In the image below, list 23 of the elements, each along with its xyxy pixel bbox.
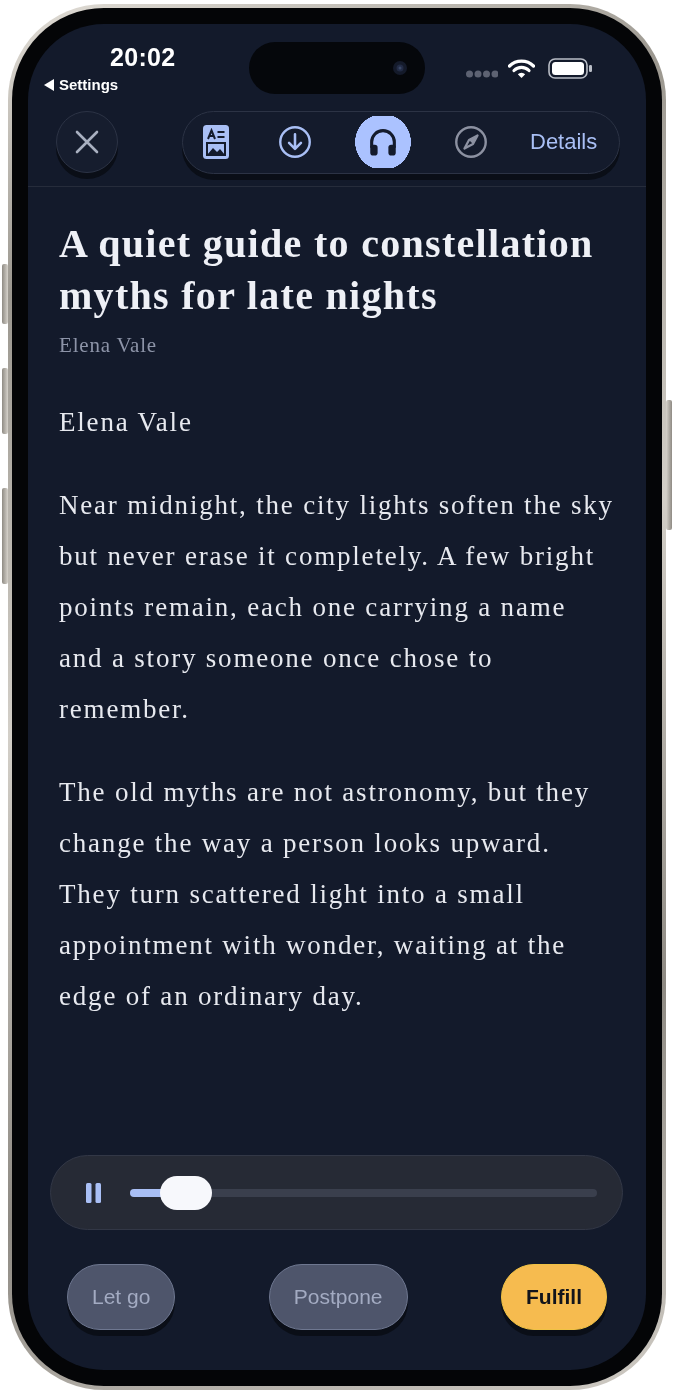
status-time: 20:02 — [110, 43, 176, 72]
toolbar-tab[interactable]: Details — [530, 116, 598, 168]
slider-thumb[interactable] — [160, 1175, 213, 1210]
article-byline: Elena Vale — [59, 333, 158, 357]
close-icon — [75, 130, 99, 154]
article-paragraph: The old myths are not astronomy, but they change the way a person looks upward. They turn scattered light into a small appointment with wonder, waiting at the edge of an ordinary day. — [59, 776, 591, 1013]
phone-side-key — [2, 264, 8, 324]
back-link[interactable]: Settings — [44, 76, 119, 94]
download-icon — [278, 125, 312, 159]
article-paragraph: Near midnight, the city lights soften the sky but never erase it completely. A few bright points remain, each one carrying a name and a story someone once chose to remember. — [59, 489, 615, 726]
back-arrow-icon — [44, 79, 54, 91]
camera-lens-icon — [393, 61, 407, 75]
signal-icon — [466, 70, 498, 78]
document-icon — [203, 125, 229, 159]
seek-slider[interactable] — [130, 1175, 597, 1210]
compass-icon — [454, 125, 488, 159]
article-title: A quiet guide to constellation myths for late nights — [59, 220, 595, 320]
article-paragraph: Elena Vale — [59, 406, 194, 439]
wifi-icon — [508, 58, 535, 78]
battery-icon — [548, 57, 592, 79]
pause-icon — [86, 1182, 101, 1203]
phone-side-key — [2, 368, 8, 434]
pause-button[interactable] — [86, 1182, 101, 1203]
